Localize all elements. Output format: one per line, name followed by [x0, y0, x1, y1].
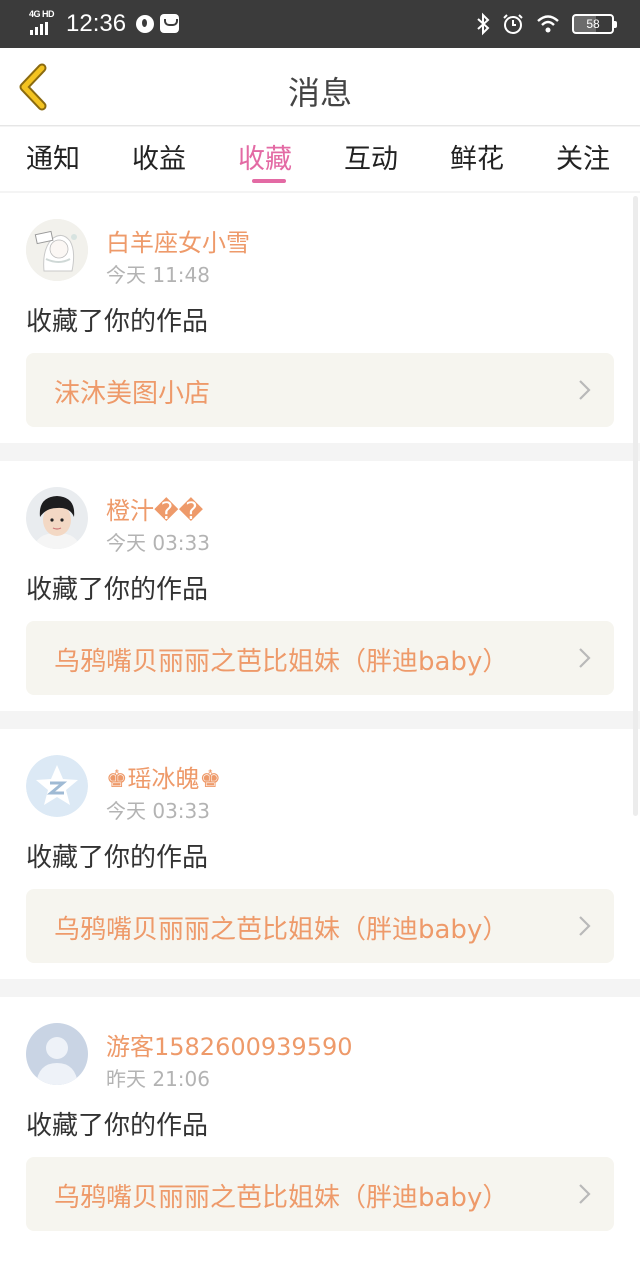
chevron-right-icon	[579, 648, 591, 668]
tab-earnings[interactable]: 收益	[132, 137, 186, 176]
message-time: 昨天 21:06	[106, 1067, 210, 1091]
boy-photo-avatar[interactable]	[26, 487, 88, 549]
chevron-right-icon	[579, 380, 591, 400]
message-text: 收藏了你的作品	[26, 1111, 209, 1141]
page-title: 消息	[287, 74, 352, 112]
wifi-icon	[537, 15, 559, 33]
message-time: 今天 03:33	[106, 799, 210, 823]
scrollbar[interactable]	[633, 196, 638, 816]
message-text: 收藏了你的作品	[26, 843, 209, 873]
user-name[interactable]: 游客1582600939590	[106, 1027, 353, 1062]
message-time: 今天 11:48	[106, 263, 210, 287]
work-title: 沫沐美图小店	[54, 379, 211, 409]
work-title: 乌鸦嘴贝丽丽之芭比姐妹（胖迪baby）	[54, 647, 509, 677]
user-name[interactable]: 橙汁��	[106, 491, 203, 526]
sketch-girl-avatar[interactable]	[26, 219, 88, 281]
work-title: 乌鸦嘴贝丽丽之芭比姐妹（胖迪baby）	[54, 915, 509, 945]
message-card: 游客1582600939590 昨天 21:06 收藏了你的作品 乌鸦嘴贝丽丽之…	[0, 997, 640, 1266]
active-tab-indicator	[252, 179, 286, 183]
chevron-right-icon	[579, 1184, 591, 1204]
message-text: 收藏了你的作品	[26, 307, 209, 337]
alarm-icon	[503, 14, 523, 34]
network-type: 4G HD	[29, 9, 55, 19]
default-user-avatar[interactable]	[26, 1023, 88, 1085]
tab-bar: 通知 收益 收藏 互动 鲜花 关注	[0, 127, 640, 191]
work-link[interactable]: 乌鸦嘴贝丽丽之芭比姐妹（胖迪baby）	[26, 889, 614, 963]
message-card: ♚瑶冰魄♚ 今天 03:33 收藏了你的作品 乌鸦嘴贝丽丽之芭比姐妹（胖迪bab…	[0, 729, 640, 979]
work-link[interactable]: 乌鸦嘴贝丽丽之芭比姐妹（胖迪baby）	[26, 621, 614, 695]
battery-level: 58	[586, 17, 600, 31]
tab-flowers[interactable]: 鲜花	[450, 137, 504, 176]
message-app-icon	[160, 14, 179, 33]
chevron-right-icon	[579, 916, 591, 936]
status-bar: 4G HD 12:36 58	[0, 0, 640, 48]
message-time: 今天 03:33	[106, 531, 210, 555]
tab-notifications[interactable]: 通知	[26, 137, 80, 176]
work-link[interactable]: 乌鸦嘴贝丽丽之芭比姐妹（胖迪baby）	[26, 1157, 614, 1231]
tab-favorites[interactable]: 收藏	[238, 137, 292, 176]
user-name[interactable]: ♚瑶冰魄♚	[106, 759, 221, 794]
tab-following[interactable]: 关注	[556, 137, 610, 176]
bluetooth-icon	[477, 12, 490, 36]
status-time: 12:36	[66, 10, 127, 37]
user-name[interactable]: 白羊座女小雪	[106, 223, 250, 258]
music-app-icon	[136, 15, 154, 33]
message-card: 橙汁�� 今天 03:33 收藏了你的作品 乌鸦嘴贝丽丽之芭比姐妹（胖迪baby…	[0, 461, 640, 711]
message-card: 白羊座女小雪 今天 11:48 收藏了你的作品 沫沐美图小店	[0, 193, 640, 443]
battery-icon: 58	[572, 14, 617, 34]
header-bar: 消息	[0, 48, 640, 126]
work-link[interactable]: 沫沐美图小店	[26, 353, 614, 427]
qzone-star-avatar[interactable]	[26, 755, 88, 817]
work-title: 乌鸦嘴贝丽丽之芭比姐妹（胖迪baby）	[54, 1183, 509, 1213]
signal-icon	[30, 22, 48, 35]
message-text: 收藏了你的作品	[26, 575, 209, 605]
tab-interactions[interactable]: 互动	[344, 137, 398, 176]
